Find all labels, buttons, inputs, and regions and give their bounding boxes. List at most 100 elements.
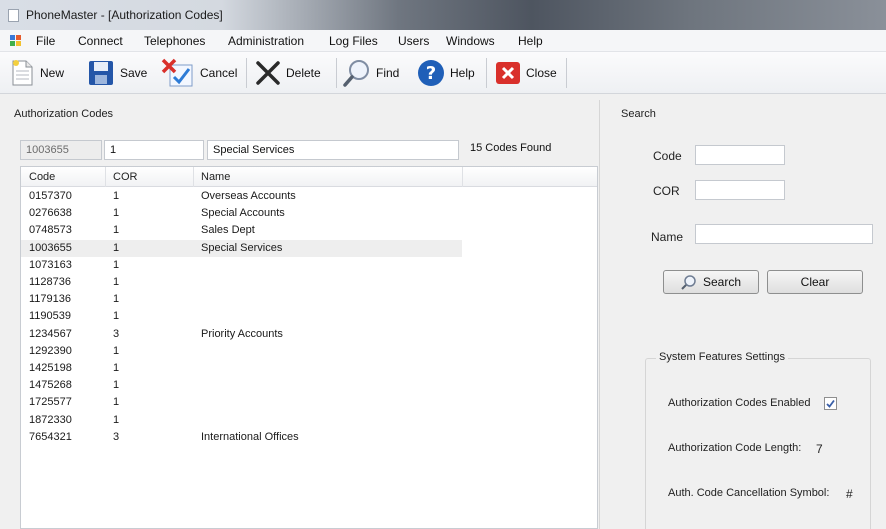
- new-label: New: [40, 66, 65, 80]
- table-row[interactable]: 1475268 1: [21, 377, 462, 394]
- table-row[interactable]: 1234567 3 Priority Accounts: [21, 326, 462, 343]
- menu-log-files[interactable]: Log Files: [329, 34, 378, 48]
- cancellation-symbol-value: #: [846, 487, 853, 501]
- find-label: Find: [376, 66, 400, 80]
- help-button[interactable]: ? Help: [416, 55, 475, 91]
- menu-windows[interactable]: Windows: [446, 34, 495, 48]
- cell-code: 1179136: [29, 293, 72, 306]
- cell-code: 1475268: [29, 379, 72, 392]
- search-name-label: Name: [651, 230, 684, 244]
- table-row[interactable]: 1872330 1: [21, 412, 462, 429]
- search-panel: Search Code COR Name Search Clear System…: [601, 100, 886, 529]
- find-button[interactable]: Find: [342, 55, 399, 91]
- table-row[interactable]: 0748573 1 Sales Dept: [21, 222, 462, 239]
- cell-code: 1073163: [29, 258, 72, 271]
- cell-cor: 1: [113, 413, 120, 426]
- delete-x-icon: [256, 61, 280, 85]
- table-row[interactable]: 1179136 1: [21, 291, 462, 308]
- magnifier-icon: [681, 275, 696, 290]
- cell-cor: 1: [113, 344, 120, 357]
- cell-name: Special Accounts: [201, 207, 285, 220]
- auth-codes-enabled-label: Authorization Codes Enabled: [668, 397, 811, 409]
- table-row[interactable]: 1073163 1: [21, 257, 462, 274]
- new-document-icon: [12, 60, 33, 86]
- table-header: Code COR Name: [21, 167, 597, 187]
- title-bar: PhoneMaster - [Authorization Codes]: [0, 0, 886, 30]
- menu-help[interactable]: Help: [518, 34, 543, 48]
- search-code-label: Code: [653, 149, 682, 163]
- save-button[interactable]: Save: [86, 55, 147, 91]
- clear-button-label: Clear: [800, 275, 830, 289]
- system-features-title: System Features Settings: [656, 351, 788, 363]
- search-button[interactable]: Search: [663, 270, 759, 294]
- code-edit-field[interactable]: 1003655: [20, 140, 102, 160]
- menu-users[interactable]: Users: [398, 34, 429, 48]
- auth-codes-enabled-checkbox[interactable]: [824, 397, 837, 410]
- cell-name: Special Services: [201, 241, 283, 254]
- cell-cor: 1: [113, 379, 120, 392]
- cancel-button[interactable]: Cancel: [160, 55, 237, 91]
- search-title: Search: [621, 108, 656, 120]
- table-row[interactable]: 1128736 1: [21, 274, 462, 291]
- toolbar-separator: [246, 58, 247, 88]
- close-icon: [496, 62, 520, 84]
- table-row[interactable]: 1003655 1 Special Services: [21, 239, 462, 257]
- column-divider: [462, 167, 463, 187]
- cell-cor: 1: [113, 241, 120, 254]
- cell-code: 1292390: [29, 344, 72, 357]
- cancel-icon: [161, 58, 193, 87]
- search-button-label: Search: [702, 275, 742, 289]
- cell-cor: 1: [113, 362, 120, 374]
- cell-code: 0157370: [29, 190, 72, 202]
- menu-administration[interactable]: Administration: [228, 34, 304, 48]
- cell-name: Sales Dept: [201, 224, 255, 237]
- table-row[interactable]: 1725577 1: [21, 394, 462, 411]
- cell-code: 1872330: [29, 413, 72, 426]
- codes-found-count: 15 Codes Found: [470, 142, 552, 154]
- toolbar-separator: [336, 58, 337, 88]
- column-header-name[interactable]: Name: [201, 171, 230, 183]
- search-name-input[interactable]: [695, 224, 873, 244]
- table-row[interactable]: 0157370 1 Overseas Accounts: [21, 188, 462, 205]
- table-row[interactable]: 7654321 3 International Offices: [21, 429, 462, 446]
- codes-table[interactable]: Code COR Name 0157370 1 Overseas Accounts 0…: [20, 166, 598, 529]
- column-header-code[interactable]: Code: [29, 171, 55, 183]
- svg-text:?: ?: [426, 63, 436, 84]
- system-features-group: System Features Settings Authorization C…: [645, 351, 871, 529]
- cor-edit-field[interactable]: 1: [104, 140, 204, 160]
- window-title: PhoneMaster - [Authorization Codes]: [26, 8, 223, 22]
- delete-label: Delete: [286, 66, 321, 80]
- cell-cor: 1: [113, 396, 120, 409]
- table-row[interactable]: 1425198 1: [21, 360, 462, 377]
- menu-connect[interactable]: Connect: [78, 34, 123, 48]
- cell-cor: 1: [113, 276, 120, 288]
- column-divider: [105, 167, 106, 187]
- cell-cor: 1: [113, 258, 120, 271]
- close-button[interactable]: Close: [494, 55, 557, 91]
- cell-cor: 1: [113, 293, 120, 306]
- table-row[interactable]: 1292390 1: [21, 343, 462, 360]
- search-cor-input[interactable]: [695, 180, 785, 200]
- search-code-input[interactable]: [695, 145, 785, 165]
- cell-name: Overseas Accounts: [201, 190, 296, 202]
- cell-cor: 1: [113, 310, 120, 323]
- column-header-cor[interactable]: COR: [113, 171, 137, 183]
- cell-code: 1190539: [29, 310, 72, 323]
- delete-button[interactable]: Delete: [254, 55, 321, 91]
- new-button[interactable]: New: [10, 55, 64, 91]
- cancellation-symbol-label: Auth. Code Cancellation Symbol:: [668, 487, 830, 499]
- clear-button[interactable]: Clear: [767, 270, 863, 294]
- auth-code-length-label: Authorization Code Length:: [668, 442, 802, 454]
- menu-file[interactable]: File: [36, 34, 55, 48]
- cell-code: 1003655: [29, 241, 72, 254]
- auth-code-length-value: 7: [816, 442, 823, 456]
- cell-code: 7654321: [29, 430, 72, 443]
- mdi-window-icon[interactable]: [10, 35, 22, 47]
- cell-code: 1425198: [29, 362, 72, 374]
- menu-telephones[interactable]: Telephones: [144, 34, 205, 48]
- table-row[interactable]: 1190539 1: [21, 308, 462, 325]
- table-row[interactable]: 0276638 1 Special Accounts: [21, 205, 462, 222]
- section-title: Authorization Codes: [14, 108, 114, 120]
- name-edit-field[interactable]: Special Services: [207, 140, 459, 160]
- app-icon: [8, 9, 19, 22]
